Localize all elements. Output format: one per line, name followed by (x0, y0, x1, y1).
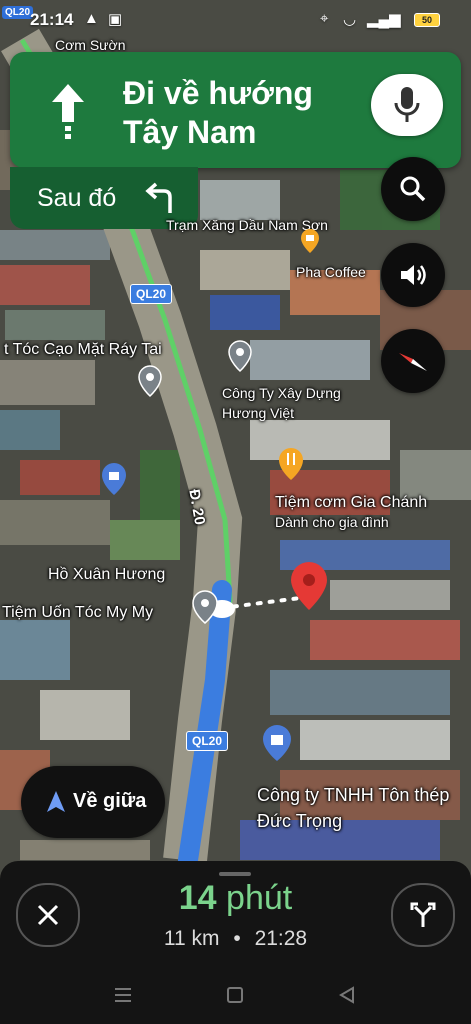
eta-arrival: 21:28 (254, 927, 308, 950)
poi-pin-icon-3[interactable] (192, 590, 218, 624)
eta-unit: phút (226, 879, 293, 917)
compass-button[interactable] (381, 329, 445, 393)
home-icon[interactable] (226, 986, 244, 1004)
map-label-ho-xuan-huong: Hồ Xuân Hương (48, 566, 166, 583)
sound-button[interactable] (381, 243, 445, 307)
restaurant-pin-icon[interactable] (278, 447, 304, 481)
eta-distance: 11 km (163, 927, 220, 950)
cafe-pin-icon[interactable] (300, 228, 320, 254)
straight-arrow-icon (52, 84, 84, 139)
wifi-icon: ◡ (343, 11, 357, 28)
recenter-arrow-icon (47, 791, 65, 812)
instruction-text: Đi về hướng Tây Nam (123, 75, 313, 150)
eta-separator: • (233, 927, 241, 950)
map-label-cong-ty-xay-dung: Công Ty Xây Dựng Hương Việt (222, 385, 341, 421)
road-shield-ql20-bottom: QL20 (186, 731, 229, 751)
recenter-label: Về giữa (73, 790, 147, 812)
road-badge: QL20 (2, 6, 34, 19)
poi-pin-icon-2[interactable] (138, 365, 162, 397)
map-label-pha-coffee: Pha Coffee (296, 264, 366, 280)
system-navigation-bar (0, 960, 471, 1024)
shopping-pin-icon-2[interactable] (262, 724, 292, 762)
eta-minutes: 14 (178, 879, 217, 917)
recenter-button[interactable]: Về giữa (21, 766, 165, 838)
map-label-tiem-com: Tiệm cơm Gia Chánh (275, 494, 428, 511)
mic-icon (394, 87, 420, 122)
voice-search-button[interactable] (371, 74, 443, 136)
poi-pin-icon[interactable] (228, 340, 252, 372)
map-label-barber: t Tóc Cạo Mặt Ráy Tai (4, 341, 162, 358)
search-icon (400, 176, 426, 202)
map-label-cong-ty-ton-thep: Công ty TNHH Tôn thép Đức Trọng (257, 785, 450, 831)
compass-icon (399, 353, 427, 371)
map-label-com-suon: Cơm Sườn (55, 37, 126, 53)
turn-left-icon (145, 182, 172, 213)
signal-icon: ▂▄▆ (367, 11, 401, 28)
road-shield-ql20: QL20 (130, 284, 173, 304)
location-icon: ⌖ (320, 10, 329, 27)
app-notification-icon: ▣ (108, 11, 123, 28)
status-time: 21:14 (30, 10, 74, 29)
status-bar: QL20 21:14 ▲ ▣ ⌖ ◡ ▂▄▆ 50 (0, 0, 471, 40)
shopping-pin-icon[interactable] (101, 462, 127, 496)
sheet-handle[interactable] (219, 872, 251, 876)
volume-icon (401, 265, 426, 285)
back-icon[interactable] (338, 986, 356, 1004)
search-button[interactable] (381, 157, 445, 221)
alternate-routes-button[interactable] (391, 883, 455, 947)
map-label-tiem-com-sub: Dành cho gia đình (275, 514, 389, 530)
then-label: Sau đó (37, 184, 117, 212)
navigation-status-icon: ▲ (84, 10, 99, 27)
alternate-routes-icon (410, 902, 436, 927)
map-label-tiem-uon-toc: Tiệm Uốn Tóc My My (2, 604, 154, 621)
recents-icon[interactable] (113, 986, 133, 1004)
battery-icon: 50 (414, 13, 440, 27)
